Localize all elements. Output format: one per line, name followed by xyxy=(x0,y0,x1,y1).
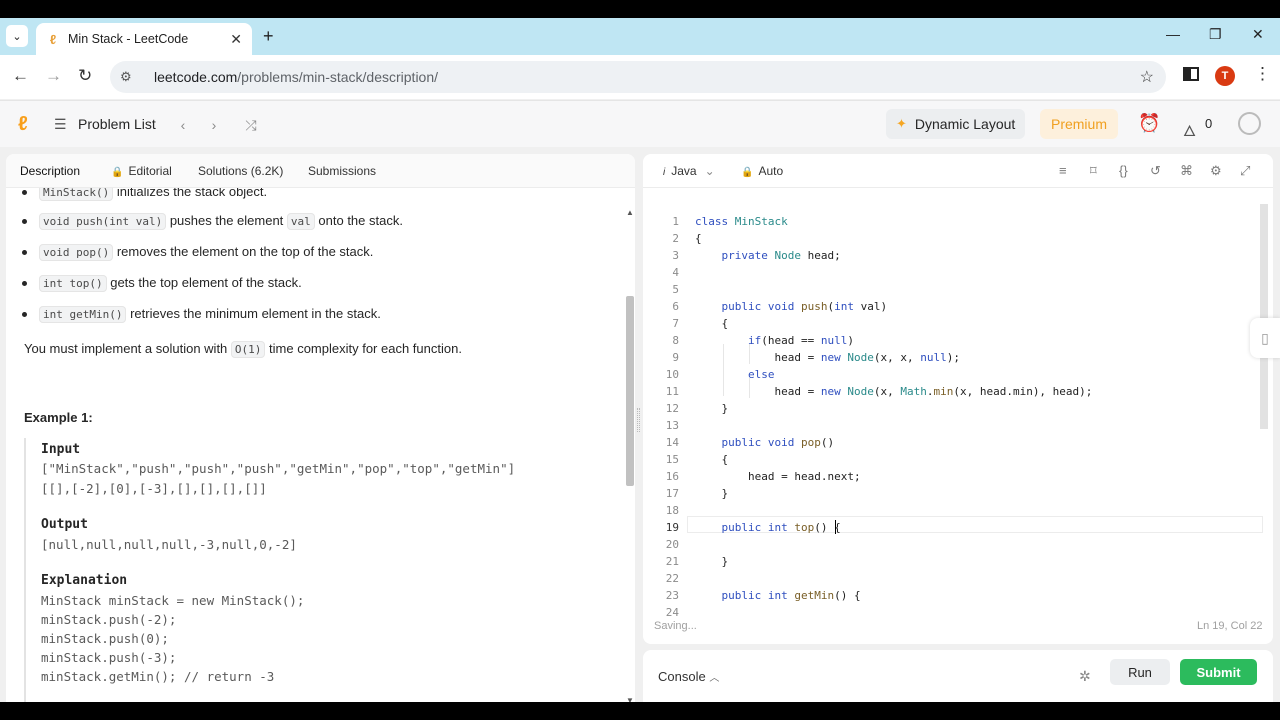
explanation-line: MinStack minStack = new MinStack(); xyxy=(41,593,305,608)
leetcode-logo-icon[interactable]: ℓ xyxy=(18,113,28,136)
reset-icon[interactable]: ↺ xyxy=(1150,163,1161,179)
prev-problem-icon[interactable]: ‹ xyxy=(172,114,194,136)
alarm-clock-icon[interactable]: ⏰ xyxy=(1138,113,1160,134)
streak-count: 0 xyxy=(1205,116,1213,131)
url-host: leetcode.com xyxy=(154,69,238,85)
minimize-icon[interactable]: — xyxy=(1166,26,1180,42)
shuffle-icon[interactable]: ⤮ xyxy=(240,114,262,136)
bookmark-icon[interactable]: ⌑ xyxy=(1090,163,1097,179)
complexity-note: You must implement a solution with O(1) … xyxy=(24,341,462,358)
premium-button[interactable]: Premium xyxy=(1040,109,1118,139)
problem-list-link[interactable]: Problem List xyxy=(78,116,156,132)
save-status: Saving... xyxy=(654,620,697,632)
console-toggle[interactable]: Console ︿ xyxy=(658,669,719,684)
note-icon: ▯ xyxy=(1261,329,1269,346)
profile-avatar[interactable]: T xyxy=(1215,66,1235,86)
explanation-line: minStack.push(0); xyxy=(41,631,169,646)
fire-streak-icon[interactable]: 🜂 xyxy=(1183,114,1196,145)
side-panel-icon[interactable] xyxy=(1183,67,1199,81)
chevron-down-icon: ⌄ xyxy=(12,30,22,43)
console-bar: Console ︿ ✲ Run Submit xyxy=(643,650,1273,702)
scrollbar-thumb[interactable] xyxy=(1260,204,1268,429)
close-window-icon[interactable]: ✕ xyxy=(1252,26,1264,43)
output-line: [null,null,null,null,-3,null,0,-2] xyxy=(41,537,297,552)
list-icon[interactable]: ☰ xyxy=(54,116,67,133)
list-item: void push(int val) pushes the element va… xyxy=(22,213,403,230)
explanation-label: Explanation xyxy=(41,573,128,588)
list-item: int getMin() retrieves the minimum eleme… xyxy=(22,306,381,323)
next-problem-icon[interactable]: › xyxy=(203,114,225,136)
restore-icon[interactable]: ❐ xyxy=(1209,26,1222,43)
site-info-icon[interactable]: ⚙ xyxy=(120,69,138,85)
tab-description[interactable]: Description xyxy=(20,164,80,178)
auto-mode-toggle[interactable]: 🔒 Auto xyxy=(741,164,783,178)
panel-tabs: Description 🔒 Editorial Solutions (6.2K) … xyxy=(6,154,635,188)
debug-bug-icon[interactable]: ✲ xyxy=(1079,668,1091,685)
shortcuts-icon[interactable]: ⌘ xyxy=(1180,163,1193,179)
tab-bar: ⌄ ℓ Min Stack - LeetCode ✕ + — ❐ ✕ xyxy=(0,18,1280,55)
editor-toolbar: i Java ⌄ 🔒 Auto ≡ ⌑ {} ↺ ⌘ ⚙ ⤢ xyxy=(643,154,1273,188)
explanation-line: minStack.getMin(); // return -3 xyxy=(41,669,275,684)
run-button[interactable]: Run xyxy=(1110,659,1170,685)
list-item: void pop() removes the element on the to… xyxy=(22,244,373,261)
forward-icon[interactable]: → xyxy=(45,66,62,86)
scrollbar-thumb[interactable] xyxy=(626,296,634,486)
leetcode-header: ℓ ☰ Problem List ‹ › ⤮ ✦ Dynamic Layout … xyxy=(0,100,1280,147)
panel-resize-handle[interactable] xyxy=(637,408,640,432)
fullscreen-icon[interactable]: ⤢ xyxy=(1240,163,1250,179)
new-tab-icon[interactable]: + xyxy=(263,26,274,47)
language-select[interactable]: i Java ⌄ xyxy=(663,164,715,178)
bookmark-star-icon[interactable]: ☆ xyxy=(1140,67,1154,87)
tab-search-button[interactable]: ⌄ xyxy=(6,25,28,47)
input-line: [[],[-2],[0],[-3],[],[],[],[]] xyxy=(41,481,267,496)
list-item: MinStack() initializes the stack object. xyxy=(22,188,267,201)
description-panel: Description 🔒 Editorial Solutions (6.2K) … xyxy=(6,154,635,702)
example-block: Input ["MinStack","push","push","push","… xyxy=(24,438,614,702)
user-avatar[interactable] xyxy=(1238,112,1261,135)
tab-submissions[interactable]: Submissions xyxy=(308,164,376,178)
description-content: MinStack() initializes the stack object.… xyxy=(6,188,620,702)
format-icon[interactable]: ≡ xyxy=(1059,163,1067,178)
lock-icon: 🔒 xyxy=(111,167,124,178)
example-title: Example 1: xyxy=(24,410,93,425)
close-tab-icon[interactable]: ✕ xyxy=(230,31,242,48)
address-bar-row: ← → ↻ ⚙ leetcode.com/problems/min-stack/… xyxy=(0,55,1280,99)
url-field[interactable]: ⚙ leetcode.com/problems/min-stack/descri… xyxy=(110,61,1166,93)
notes-side-tab[interactable]: ▯ xyxy=(1250,318,1280,358)
list-item: int top() gets the top element of the st… xyxy=(22,275,302,292)
url-path: /problems/min-stack/description/ xyxy=(237,69,439,85)
explanation-line: minStack.push(-3); xyxy=(41,650,177,665)
explanation-line: minStack.push(-2); xyxy=(41,612,177,627)
browser-tab[interactable]: ℓ Min Stack - LeetCode ✕ xyxy=(36,23,252,55)
input-label: Input xyxy=(41,442,81,457)
back-icon[interactable]: ← xyxy=(12,66,29,86)
description-scrollbar[interactable]: ▲ ▼ xyxy=(626,208,634,702)
submit-button[interactable]: Submit xyxy=(1180,659,1257,685)
dynamic-layout-button[interactable]: ✦ Dynamic Layout xyxy=(886,109,1026,139)
code-editor-panel: i Java ⌄ 🔒 Auto ≡ ⌑ {} ↺ ⌘ ⚙ ⤢ 1 2 3 4 5 6 … xyxy=(643,154,1273,644)
text-caret xyxy=(835,520,836,534)
tab-solutions[interactable]: Solutions (6.2K) xyxy=(198,164,283,178)
reload-icon[interactable]: ↻ xyxy=(78,66,92,86)
code-area[interactable]: 1 2 3 4 5 6 7 8 9 10 11 12 13 14 15 16 1… xyxy=(643,194,1273,619)
tab-title: Min Stack - LeetCode xyxy=(68,32,189,46)
sparkle-icon: ✦ xyxy=(896,116,907,131)
braces-icon[interactable]: {} xyxy=(1119,163,1128,178)
output-label: Output xyxy=(41,517,88,532)
cursor-position: Ln 19, Col 22 xyxy=(1197,620,1263,632)
lock-icon: 🔒 xyxy=(741,167,754,178)
browser-menu-icon[interactable]: ⋮ xyxy=(1254,64,1271,84)
input-line: ["MinStack","push","push","push","getMin… xyxy=(41,461,516,476)
browser-window: ⌄ ℓ Min Stack - LeetCode ✕ + — ❐ ✕ ← → ↻… xyxy=(0,18,1280,702)
tab-editorial[interactable]: 🔒 Editorial xyxy=(111,164,172,178)
editor-scrollbar[interactable] xyxy=(1259,204,1269,622)
settings-gear-icon[interactable]: ⚙ xyxy=(1210,163,1222,179)
leetcode-favicon-icon: ℓ xyxy=(49,31,57,47)
dynamic-layout-label: Dynamic Layout xyxy=(914,116,1016,132)
